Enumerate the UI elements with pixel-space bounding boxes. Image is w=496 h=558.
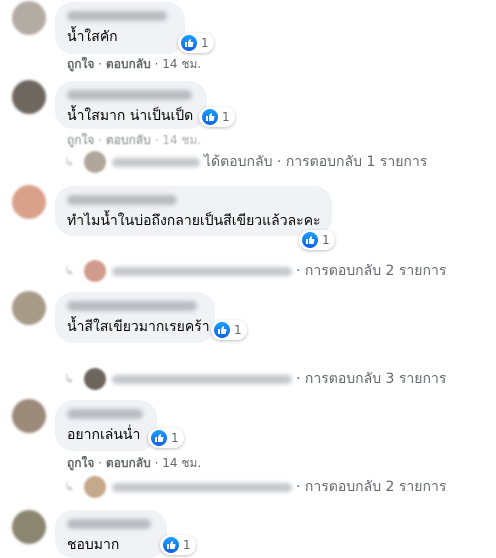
reply-arrow-icon: ↳ [64, 480, 75, 494]
reaction-badge[interactable]: 1 [178, 33, 214, 53]
reaction-count: 1 [171, 431, 179, 445]
reply-arrow-icon: ↳ [64, 264, 75, 278]
reaction-badge[interactable]: 1 [160, 535, 196, 555]
replier-name [112, 374, 292, 384]
reply-link[interactable]: ตอบกลับ [106, 57, 151, 71]
commenter-name[interactable] [67, 11, 167, 21]
thumbs-up-icon [202, 109, 218, 125]
commenter-name[interactable] [67, 90, 192, 100]
avatar[interactable] [12, 399, 46, 433]
like-link[interactable]: ถูกใจ [67, 57, 94, 71]
avatar [84, 476, 106, 498]
reply-link[interactable]: ตอบกลับ [106, 133, 151, 147]
commenter-name[interactable] [67, 195, 177, 205]
thumbs-up-icon [163, 537, 179, 553]
comment-bubble: น้ำสีใสเขียวมากเรยคร้า [55, 292, 215, 343]
comment-actions: ถูกใจ · ตอบกลับ · 14 ชม. [67, 456, 202, 470]
comment-bubble: ทำไมน้ำในบ่อถึงกลายเป็นสีเขียวแล้วละคะ [55, 186, 332, 236]
comment-bubble: ชอบมาก [55, 510, 167, 558]
like-link[interactable]: ถูกใจ [67, 133, 94, 147]
reply-count-text: · การตอบกลับ 2 รายการ [296, 263, 447, 279]
avatar [84, 368, 106, 390]
replier-name [112, 157, 200, 167]
reply-link[interactable]: ตอบกลับ [106, 456, 151, 470]
comment-actions: ถูกใจ · ตอบกลับ · 14 ชม. [67, 57, 202, 71]
reaction-count: 1 [183, 538, 191, 552]
reaction-badge[interactable]: 1 [211, 320, 247, 340]
commenter-name[interactable] [67, 409, 143, 419]
comment-bubble: น้ำใสคัก [55, 2, 185, 54]
avatar[interactable] [12, 291, 46, 325]
reply-count-text: ได้ตอบกลับ · การตอบกลับ 1 รายการ [204, 154, 428, 170]
view-replies-link[interactable]: ↳ · การตอบกลับ 2 รายการ [64, 260, 447, 282]
comment-actions: ถูกใจ · ตอบกลับ · 14 ชม. [67, 133, 202, 147]
thumbs-up-icon [214, 322, 230, 338]
comment-bubble: อยากเล่นน่ำ [55, 400, 157, 451]
like-link[interactable]: ถูกใจ [67, 456, 94, 470]
commenter-name[interactable] [67, 519, 151, 529]
thumbs-up-icon [151, 430, 167, 446]
reaction-badge[interactable]: 1 [148, 428, 184, 448]
thumbs-up-icon [302, 232, 318, 248]
comment-text: อยากเล่นน่ำ [67, 427, 141, 443]
reply-arrow-icon: ↳ [64, 372, 75, 386]
reaction-count: 1 [234, 323, 242, 337]
timestamp[interactable]: 14 ชม. [162, 133, 201, 147]
avatar[interactable] [12, 1, 46, 35]
timestamp[interactable]: 14 ชม. [162, 57, 201, 71]
timestamp[interactable]: 14 ชม. [162, 456, 201, 470]
comment-text: น้ำสีใสเขียวมากเรยคร้า [67, 319, 210, 335]
reply-count-text: · การตอบกลับ 2 รายการ [296, 479, 447, 495]
reaction-badge[interactable]: 1 [299, 230, 335, 250]
view-replies-link[interactable]: ↳ · การตอบกลับ 2 รายการ [64, 476, 447, 498]
reaction-count: 1 [222, 110, 230, 124]
avatar[interactable] [12, 80, 46, 114]
comment-text: น้ำใสมาก น่าเป็นเป็ด [67, 108, 194, 124]
reply-arrow-icon: ↳ [64, 155, 75, 169]
avatar [84, 151, 106, 173]
reaction-count: 1 [201, 36, 209, 50]
avatar[interactable] [12, 510, 46, 544]
reaction-count: 1 [322, 233, 330, 247]
replier-name [112, 482, 292, 492]
replier-name [112, 266, 292, 276]
comment-bubble: น้ำใสมาก น่าเป็นเป็ด [55, 81, 207, 129]
commenter-name[interactable] [67, 301, 197, 311]
avatar[interactable] [12, 185, 46, 219]
avatar [84, 260, 106, 282]
view-replies-link[interactable]: ↳ ได้ตอบกลับ · การตอบกลับ 1 รายการ [64, 151, 428, 173]
comment-text: ทำไมน้ำในบ่อถึงกลายเป็นสีเขียวแล้วละคะ [67, 213, 321, 229]
comment-text: น้ำใสคัก [67, 29, 118, 45]
reaction-badge[interactable]: 1 [199, 107, 235, 127]
reply-count-text: · การตอบกลับ 3 รายการ [296, 371, 447, 387]
thumbs-up-icon [181, 35, 197, 51]
comment-text: ชอบมาก [67, 537, 120, 553]
view-replies-link[interactable]: ↳ · การตอบกลับ 3 รายการ [64, 368, 447, 390]
